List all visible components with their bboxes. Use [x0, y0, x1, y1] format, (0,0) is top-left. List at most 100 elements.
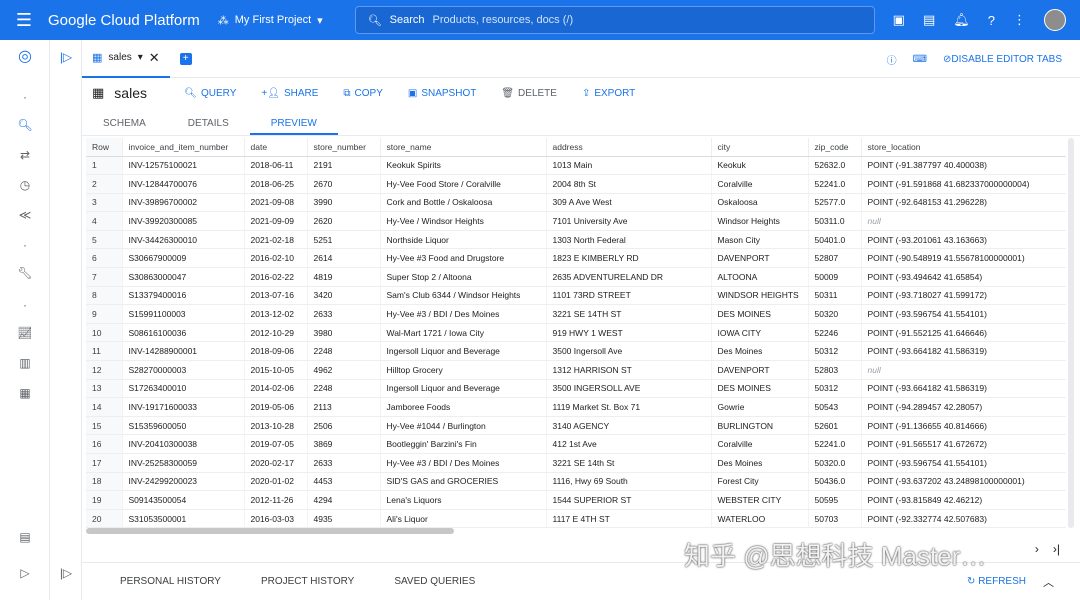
delete-button[interactable]: 🗑︎ DELETE	[501, 88, 557, 99]
expand-nav-icon[interactable]: ▷	[0, 566, 50, 580]
search-icon: 🔍︎	[367, 14, 382, 27]
analytics-hub-icon[interactable]: ≪	[0, 208, 50, 222]
cell-invoice-and-item-number: S09143500054	[122, 490, 245, 510]
add-tab-button[interactable]: +	[179, 52, 192, 65]
chevron-down-icon[interactable]: ▾	[138, 52, 143, 63]
cell-invoice-and-item-number: S15359600050	[122, 416, 245, 436]
table-row[interactable]: 8 S13379400016 2013-07-16 3420 Sam's Club 63…	[86, 286, 1066, 306]
table-row[interactable]: 14 INV-19171600033 2019-05-06 2113 Jamboree …	[86, 397, 1066, 417]
tab-label: sales	[108, 52, 132, 63]
cell-address: 1101 73RD STREET	[546, 286, 712, 306]
avatar[interactable]	[1044, 9, 1066, 31]
last-page-icon[interactable]: ›|	[1053, 542, 1060, 556]
monitoring-chart-icon[interactable]: 📈︎	[0, 326, 50, 340]
capacity-grid-icon[interactable]: ▥	[0, 356, 50, 370]
cell-address: 3221 SE 14th St	[546, 453, 712, 473]
hamburger-menu-icon[interactable]: ☰	[0, 10, 48, 31]
info-icon[interactable]: ⓘ	[887, 52, 897, 67]
collapse-rail-icon[interactable]: |▷	[50, 566, 82, 580]
cell-store-name: Sam's Club 6344 / Windsor Heights	[380, 286, 547, 306]
help-icon[interactable]: ?	[988, 13, 995, 28]
row-number-cell: 16	[86, 434, 123, 454]
table-row[interactable]: 4 INV-39920300085 2021-09-09 2620 Hy-Vee / W…	[86, 211, 1066, 231]
cell-zip-code: 50320.0	[808, 453, 862, 473]
more-vert-icon[interactable]: ⋮	[1013, 12, 1026, 28]
table-row[interactable]: 7 S30863000047 2016-02-22 4819 Super Stop 2 …	[86, 267, 1066, 287]
cell-address: 1117 E 4TH ST	[546, 509, 712, 528]
column-header-date[interactable]: date	[244, 138, 308, 157]
cloud-shell-icon[interactable]: ▤	[923, 12, 935, 28]
copy-button[interactable]: ⧉ COPY	[343, 88, 382, 99]
column-header-store-name[interactable]: store_name	[380, 138, 547, 157]
tab-project-history[interactable]: PROJECT HISTORY	[241, 576, 374, 587]
keyboard-icon[interactable]: ⌨	[913, 54, 927, 65]
cell-city: Des Moines	[711, 341, 809, 362]
table-row[interactable]: 9 S15991100003 2013-12-02 2633 Hy-Vee #3 / B…	[86, 304, 1066, 324]
cell-store-number: 4935	[307, 509, 381, 528]
next-page-icon[interactable]: ›	[1035, 542, 1039, 556]
table-row[interactable]: 13 S17263400010 2014-02-06 2248 Ingersoll Li…	[86, 379, 1066, 399]
column-header-address[interactable]: address	[546, 138, 712, 157]
sql-workspace-search-icon[interactable]: 🔍︎	[0, 118, 50, 132]
top-app-bar: ☰ Google Cloud Platform ⁂ My First Proje…	[0, 0, 1080, 40]
share-button[interactable]: +👤︎ SHARE	[261, 88, 318, 99]
release-notes-icon[interactable]: ▤	[0, 530, 50, 544]
vertical-scrollbar[interactable]	[1068, 138, 1074, 528]
transfers-icon[interactable]: ⇄	[0, 148, 50, 162]
cell-store-name: Hy-Vee #1044 / Burlington	[380, 416, 547, 436]
cell-store-number: 2506	[307, 416, 381, 436]
watermark: 知乎 @思想科技 Master…	[684, 541, 987, 571]
export-button[interactable]: ⇪ EXPORT	[582, 88, 635, 99]
cell-address: 1544 SUPERIOR ST	[546, 490, 712, 510]
query-button[interactable]: 🔍︎ QUERY	[184, 88, 236, 99]
tab-personal-history[interactable]: PERSONAL HISTORY	[82, 576, 241, 587]
cell-address: 3140 AGENCY	[546, 416, 712, 436]
table-row[interactable]: 2 INV-12844700076 2018-06-25 2670 Hy-Vee Foo…	[86, 174, 1066, 194]
chevron-down-icon: ▾	[317, 14, 323, 27]
table-row[interactable]: 18 INV-24299200023 2020-01-02 4453 SID'S GAS…	[86, 472, 1066, 492]
disable-editor-tabs-button[interactable]: ⊘DISABLE EDITOR TABS	[943, 54, 1062, 65]
wrench-icon[interactable]: 🔧︎	[0, 266, 50, 280]
row-number-header[interactable]: Row	[86, 138, 123, 157]
scheduled-queries-clock-icon[interactable]: ◷	[0, 178, 50, 192]
column-header-city[interactable]: city	[711, 138, 809, 157]
gcp-brand[interactable]: Google Cloud Platform	[48, 12, 200, 29]
tab-saved-queries[interactable]: SAVED QUERIES	[374, 576, 495, 587]
snapshot-button[interactable]: ▣ SNAPSHOT	[408, 88, 476, 99]
tab-preview[interactable]: PREVIEW	[249, 112, 338, 135]
table-row[interactable]: 6 S30667900009 2016-02-10 2614 Hy-Vee #3 Foo…	[86, 248, 1066, 269]
collapse-panel-icon[interactable]: ︿	[1043, 574, 1054, 590]
table-row[interactable]: 16 INV-20410300038 2019-07-05 3869 Bootleggi…	[86, 434, 1066, 454]
tab-sales[interactable]: ▦ sales ▾ ✕	[82, 40, 170, 78]
column-header-store-number[interactable]: store_number	[307, 138, 381, 157]
notifications-bell-icon[interactable]: 🔔︎	[953, 12, 970, 28]
table-row[interactable]: 10 S08616100036 2012-10-29 3980 Wal-Mart 172…	[86, 323, 1066, 343]
horizontal-scrollbar[interactable]	[86, 528, 454, 534]
global-search-bar[interactable]: 🔍︎ Search Products, resources, docs (/)	[354, 6, 875, 34]
refresh-button[interactable]: ↻ REFRESH	[967, 576, 1026, 587]
table-row[interactable]: 15 S15359600050 2013-10-28 2506 Hy-Vee #1044…	[86, 416, 1066, 436]
table-row[interactable]: 5 INV-34426300010 2021-02-18 5251 Northside …	[86, 230, 1066, 250]
close-icon[interactable]: ✕	[149, 50, 160, 66]
cell-store-location: POINT (-93.664182 41.586319)	[861, 341, 1066, 362]
table-row[interactable]: 12 S28270000003 2015-10-05 4962 Hilltop Groc…	[86, 360, 1066, 380]
cell-invoice-and-item-number: S13379400016	[122, 286, 245, 306]
column-header-zip-code[interactable]: zip_code	[808, 138, 862, 157]
column-header-store-location[interactable]: store_location	[861, 138, 1066, 157]
table-row[interactable]: 19 S09143500054 2012-11-26 4294 Lena's Liquo…	[86, 490, 1066, 510]
project-selector[interactable]: ⁂ My First Project ▾	[218, 14, 323, 27]
table-row[interactable]: 3 INV-39896700002 2021-09-08 3990 Cork and B…	[86, 193, 1066, 213]
tab-details[interactable]: DETAILS	[167, 112, 250, 135]
gift-icon[interactable]: ▣	[893, 12, 905, 28]
column-header-invoice-and-item-number[interactable]: invoice_and_item_number	[122, 138, 245, 157]
expand-explorer-icon[interactable]: |▷	[50, 50, 82, 64]
cell-city: WINDSOR HEIGHTS	[711, 286, 809, 306]
table-row[interactable]: 11 INV-14288900001 2018-09-06 2248 Ingersoll…	[86, 341, 1066, 362]
bigquery-logo-icon[interactable]: ◎	[0, 46, 50, 66]
table-row[interactable]: 1 INV-12575100021 2018-06-11 2191 Keokuk Spi…	[86, 156, 1066, 176]
table-row[interactable]: 20 S31053500001 2016-03-03 4935 Ali's Liquor…	[86, 509, 1066, 528]
cell-city: DES MOINES	[711, 379, 809, 399]
table-row[interactable]: 17 INV-25258300059 2020-02-17 2633 Hy-Vee #3…	[86, 453, 1066, 473]
bi-engine-icon[interactable]: ▦	[0, 386, 50, 400]
tab-schema[interactable]: SCHEMA	[82, 112, 167, 135]
